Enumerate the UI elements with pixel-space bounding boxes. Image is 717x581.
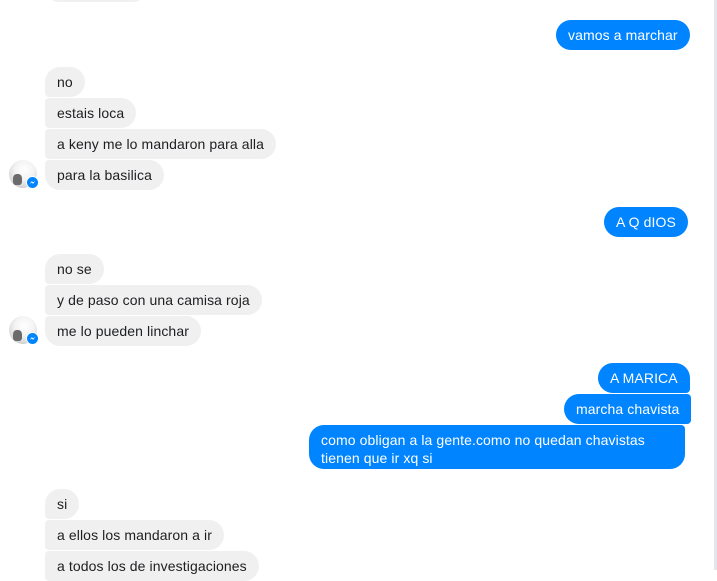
avatar-photo	[13, 330, 22, 341]
message-text-line: como obligan a la gente.como no quedan c…	[321, 432, 645, 448]
message-bubble-outgoing[interactable]: marcha chavista	[564, 394, 692, 424]
message-bubble-incoming-cutoff[interactable]	[47, 0, 145, 2]
message-text: para la basilica	[57, 167, 152, 183]
message-text-line: tienen que ir xq si	[321, 450, 433, 466]
message-bubble-incoming[interactable]: si	[45, 489, 80, 519]
message-text: si	[57, 496, 68, 512]
messenger-badge-icon	[26, 332, 39, 345]
message-text: A Q dIOS	[616, 214, 676, 230]
message-bubble-incoming[interactable]: me lo pueden linchar	[45, 316, 201, 346]
messenger-badge-icon	[26, 176, 39, 189]
contact-avatar-icon[interactable]	[9, 160, 39, 189]
message-text: a keny me lo mandaron para alla	[57, 136, 264, 152]
message-bubble-incoming[interactable]: para la basilica	[45, 160, 164, 190]
message-bubble-incoming[interactable]: y de paso con una camisa roja	[45, 285, 262, 315]
message-bubble-incoming[interactable]: a ellos los mandaron a ir	[45, 520, 225, 550]
message-bubble-incoming[interactable]: estais loca	[45, 98, 137, 128]
contact-avatar-icon[interactable]	[9, 316, 39, 345]
message-bubble-incoming[interactable]: no se	[45, 254, 104, 284]
message-bubble-incoming[interactable]: a todos los de investigaciones	[45, 551, 259, 581]
message-text: a todos los de investigaciones	[57, 558, 247, 574]
message-bubble-incoming[interactable]: a keny me lo mandaron para alla	[45, 129, 276, 159]
message-bubble-outgoing[interactable]: A Q dIOS	[604, 207, 688, 237]
message-text: y de paso con una camisa roja	[57, 292, 250, 308]
message-bubble-incoming[interactable]: no	[45, 67, 85, 97]
message-text: vamos a marchar	[568, 27, 678, 43]
message-bubble-outgoing[interactable]: como obligan a la gente.como no quedan c…	[309, 425, 685, 469]
message-bubble-outgoing[interactable]: A MARICA	[598, 363, 690, 393]
chat-thread: vamos a marchar no estais loca a keny me…	[0, 0, 717, 581]
message-text: no se	[57, 261, 92, 277]
message-text: me lo pueden linchar	[57, 323, 189, 339]
message-text: A MARICA	[610, 370, 678, 386]
message-text: a ellos los mandaron a ir	[57, 527, 213, 543]
message-text: no	[57, 74, 73, 90]
avatar-photo	[13, 174, 22, 185]
message-text: estais loca	[57, 105, 125, 121]
message-text: marcha chavista	[576, 401, 680, 417]
message-bubble-outgoing[interactable]: vamos a marchar	[556, 20, 690, 50]
